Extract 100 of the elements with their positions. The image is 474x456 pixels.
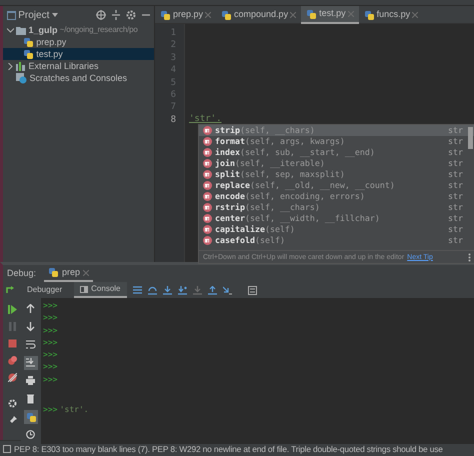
method-icon (203, 181, 212, 190)
lines-icon[interactable] (132, 286, 142, 294)
editor-tab[interactable]: test.py (301, 6, 359, 24)
completion-item[interactable]: strip(self, __chars) str (199, 125, 474, 136)
caret-icon (52, 13, 58, 17)
evaluate-icon[interactable] (248, 286, 256, 294)
method-signature: format(self, args, kwargs) (215, 136, 345, 147)
rerun-icon[interactable] (5, 285, 15, 295)
console-prompt: >>> (42, 312, 58, 324)
target-icon[interactable] (96, 10, 106, 20)
return-type: str (448, 136, 464, 147)
method-icon (203, 170, 212, 179)
console-input[interactable]: 'str'. (60, 404, 89, 416)
tree-item[interactable]: test.py (3, 48, 154, 60)
console-prompt: >>> (43, 404, 58, 416)
return-type: str (448, 147, 464, 158)
python-file-icon (23, 48, 34, 60)
method-icon (203, 126, 212, 135)
completion-item[interactable]: casefold(self) str (199, 235, 474, 246)
method-signature: strip(self, __chars) (215, 125, 315, 136)
method-signature: rstrip(self, __chars) (215, 202, 320, 213)
tree-item[interactable]: Scratches and Consoles (3, 72, 154, 84)
print-icon[interactable] (24, 374, 38, 388)
method-icon (203, 137, 212, 146)
completion-item[interactable]: split(self, sep, maxsplit) str (199, 169, 474, 180)
return-type: str (448, 180, 464, 191)
panel-toggle-icon[interactable] (3, 444, 11, 452)
method-icon (203, 159, 212, 168)
completion-item[interactable]: index(self, sub, __start, __end) str (199, 147, 474, 158)
step-out-icon[interactable] (208, 286, 216, 294)
step-over-icon[interactable] (148, 286, 156, 294)
scrollbar-thumb[interactable] (468, 127, 473, 149)
python-file-icon (160, 10, 171, 20)
step-into-icon[interactable] (162, 286, 172, 294)
python-file-icon (306, 8, 318, 20)
run-to-cursor-icon[interactable] (222, 286, 232, 294)
settings-icon[interactable] (126, 10, 136, 20)
method-icon (203, 214, 212, 223)
status-message: PEP 8: E303 too many blank lines (7). PEP 8: W292 no newline at end of file. Triple double-quoted strings should be use (14, 442, 443, 456)
python-console-icon[interactable] (24, 410, 38, 424)
method-signature: casefold(self) (215, 235, 285, 246)
python-icon (48, 267, 60, 278)
tree-item[interactable]: External Libraries (3, 60, 154, 72)
tree-item[interactable]: prep.py (3, 36, 154, 48)
completion-item[interactable]: capitalize(self) str (199, 224, 474, 235)
console-prompt: >>> (42, 349, 58, 362)
panel-tab[interactable]: Console (74, 282, 126, 298)
return-type: str (448, 125, 464, 136)
method-icon (203, 236, 212, 245)
line-number: 8 (170, 114, 176, 126)
breakpoints-icon[interactable] (5, 353, 19, 367)
completion-item[interactable]: format(self, args, kwargs) str (199, 136, 474, 147)
editor-tab[interactable]: funcs.py (358, 6, 424, 24)
completion-item[interactable]: encode(self, encoding, errors) str (199, 191, 474, 202)
editor-tab[interactable]: compound.py (216, 6, 302, 24)
panel-tab[interactable]: Debugger (21, 282, 68, 298)
collapse-icon[interactable] (112, 10, 120, 20)
method-signature: index(self, sub, __start, __end) (215, 147, 375, 158)
return-type: str (448, 202, 464, 213)
return-type: str (448, 158, 464, 169)
console-prompt: >>> (42, 336, 58, 349)
method-signature: encode(self, encoding, errors) (215, 191, 365, 202)
method-signature: replace(self, __old, __new, __count) (215, 180, 395, 191)
return-type: str (448, 213, 464, 224)
completion-item[interactable]: rstrip(self, __chars) str (199, 202, 474, 213)
method-icon (203, 148, 212, 157)
library-icon (16, 62, 26, 70)
return-type: str (448, 235, 464, 246)
history-icon[interactable] (24, 428, 38, 442)
console-prompt: >>> (42, 374, 58, 386)
console-prompt: >>> (42, 300, 58, 312)
completion-item[interactable]: center(self, __width, __fillchar) str (199, 213, 474, 224)
step-into-icon[interactable] (178, 286, 186, 294)
return-type: str (448, 224, 464, 235)
method-icon (203, 225, 212, 234)
method-signature: join(self, __iterable) (215, 158, 325, 169)
python-file-icon (23, 36, 34, 48)
more-icon[interactable] (468, 252, 471, 262)
return-type: str (448, 169, 464, 180)
editor-tab[interactable]: prep.py (155, 6, 216, 24)
project-view-selector[interactable]: Project (7, 8, 58, 22)
method-icon (203, 192, 212, 201)
console-icon (80, 286, 88, 292)
code-text: 'str'. (189, 113, 222, 126)
scroll-to-end-icon[interactable] (24, 356, 38, 370)
python-file-icon (221, 10, 232, 20)
method-icon (203, 203, 212, 212)
mute-breakpoints-icon[interactable] (5, 370, 19, 384)
completion-item[interactable]: replace(self, __old, __new, __count) str (199, 180, 474, 191)
project-icon (7, 10, 16, 20)
tree-item[interactable]: 1_gulp ~/ongoing_research/po (3, 24, 154, 36)
console-prompt: >>> (42, 324, 58, 337)
method-signature: capitalize(self) (215, 224, 295, 235)
console-prompt: >>> (42, 361, 58, 374)
folder-icon (16, 26, 26, 34)
scratches-icon (16, 72, 28, 84)
resume-icon[interactable] (5, 302, 19, 316)
method-signature: split(self, sep, maxsplit) (215, 169, 345, 180)
completion-item[interactable]: join(self, __iterable) str (199, 158, 474, 169)
method-signature: center(self, __width, __fillchar) (215, 213, 380, 224)
